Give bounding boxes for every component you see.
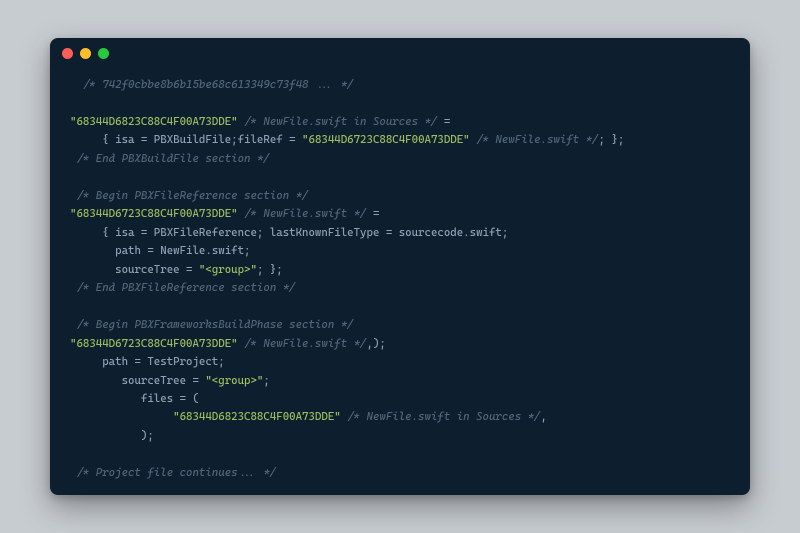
code-token-comment: /* End PBXFileReference section */ — [76, 281, 295, 294]
code-line: sourceTree = "<group>"; — [70, 372, 730, 390]
code-line: /* 742f0cbbe8b6b15be68c613349c73f48 ... … — [70, 76, 730, 94]
code-token-string: "68344D6723C88C4F00A73DDE" — [302, 133, 470, 146]
code-token-keyword: path = NewFile — [115, 244, 205, 257]
code-line: sourceTree = "<group>"; }; — [70, 261, 730, 279]
code-token-keyword: swift; — [212, 244, 251, 257]
code-token-string: "<group>" — [199, 263, 257, 276]
code-token-keyword: files = ( — [141, 392, 199, 405]
code-line: "68344D6823C88C4F00A73DDE" /* NewFile.sw… — [70, 408, 730, 426]
code-line — [70, 445, 730, 463]
close-icon[interactable] — [62, 48, 73, 59]
code-line: "68344D6823C88C4F00A73DDE" /* NewFile.sw… — [70, 113, 730, 131]
code-token-punct: ,); — [367, 337, 386, 350]
code-token-keyword: fileRef = — [238, 133, 302, 146]
code-token-comment: /* NewFile.swift in Sources */ — [244, 115, 437, 128]
code-line: { isa = PBXFileReference; lastKnownFileT… — [70, 224, 730, 242]
code-token-keyword: isa = PBXBuildFile — [115, 133, 231, 146]
code-token-punct: ); — [141, 429, 154, 442]
code-line: ); — [70, 427, 730, 445]
code-token-string: "68344D6723C88C4F00A73DDE" — [70, 207, 238, 220]
code-token-comment: /* NewFile.swift */ — [476, 133, 598, 146]
code-token-punct: { — [102, 133, 115, 146]
code-line: path = NewFile.swift; — [70, 242, 730, 260]
code-line — [70, 168, 730, 186]
code-token-punct: { — [102, 226, 115, 239]
code-token-comment: /* End PBXBuildFile section */ — [76, 152, 269, 165]
code-token-punct: = — [437, 115, 450, 128]
code-token-punct: ; }; — [599, 133, 625, 146]
code-line: /* Begin PBXFileReference section */ — [70, 187, 730, 205]
code-token-comment: /* NewFile.swift in Sources */ — [347, 410, 540, 423]
code-token-string: "68344D6823C88C4F00A73DDE" — [173, 410, 341, 423]
code-token-string: "68344D6823C88C4F00A73DDE" — [70, 115, 238, 128]
terminal-window: /* 742f0cbbe8b6b15be68c613349c73f48 ... … — [50, 38, 750, 495]
maximize-icon[interactable] — [98, 48, 109, 59]
code-token-punct: = — [367, 207, 380, 220]
code-token-string: "68344D6723C88C4F00A73DDE" — [70, 337, 238, 350]
code-line: { isa = PBXBuildFile;fileRef = "68344D67… — [70, 131, 730, 149]
code-line: /* End PBXBuildFile section */ — [70, 150, 730, 168]
code-token-keyword: swift; — [470, 226, 509, 239]
code-content: /* 742f0cbbe8b6b15be68c613349c73f48 ... … — [50, 68, 750, 495]
code-line: /* End PBXFileReference section */ — [70, 279, 730, 297]
minimize-icon[interactable] — [80, 48, 91, 59]
code-line: "68344D6723C88C4F00A73DDE" /* NewFile.sw… — [70, 205, 730, 223]
code-line: files = ( — [70, 390, 730, 408]
code-line — [70, 298, 730, 316]
code-line: /* Project file continues... */ — [70, 464, 730, 482]
code-token-comment: /* Project file continues... */ — [76, 466, 276, 479]
code-token-keyword: sourceTree = — [115, 263, 199, 276]
code-token-comment: /* NewFile.swift */ — [244, 207, 366, 220]
code-line: "68344D6723C88C4F00A73DDE" /* NewFile.sw… — [70, 335, 730, 353]
code-line: path = TestProject; — [70, 353, 730, 371]
code-token-comment: /* 742f0cbbe8b6b15be68c613349c73f48 ... … — [83, 78, 354, 91]
code-token-punct: ; — [263, 374, 269, 387]
code-line: /* Begin PBXFrameworksBuildPhase section… — [70, 316, 730, 334]
code-token-comment: /* Begin PBXFileReference section */ — [76, 189, 308, 202]
code-token-keyword: sourceTree = — [122, 374, 206, 387]
code-token-punct: , — [541, 410, 547, 423]
window-titlebar — [50, 38, 750, 68]
code-token-keyword: path = TestProject; — [102, 355, 224, 368]
code-line — [70, 94, 730, 112]
code-token-comment: /* NewFile.swift */ — [244, 337, 366, 350]
code-token-punct: ; }; — [257, 263, 283, 276]
code-token-comment: /* Begin PBXFrameworksBuildPhase section… — [76, 318, 353, 331]
code-token-string: "<group>" — [205, 374, 263, 387]
code-token-keyword: isa = PBXFileReference; lastKnownFileTyp… — [115, 226, 463, 239]
